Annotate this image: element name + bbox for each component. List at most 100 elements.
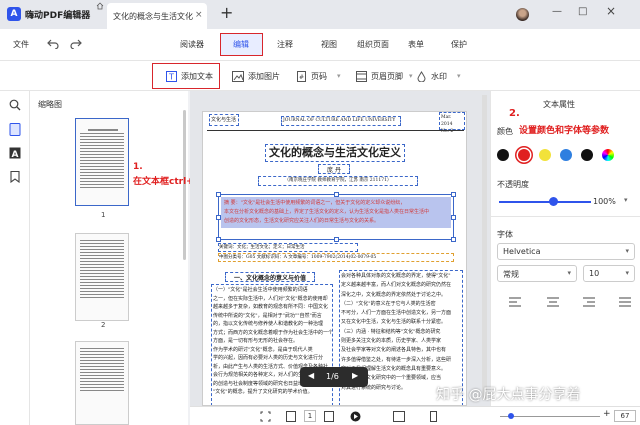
new-tab-button[interactable]: + xyxy=(220,3,233,22)
edit-toolbar: T 添加文本 添加图片 # 页码 ▾ 页眉页脚 ▾ 水印 ▾ xyxy=(0,61,640,91)
zoom-slider-handle[interactable] xyxy=(508,413,514,419)
tab-organize-pages[interactable]: 组织页面 xyxy=(357,39,389,50)
page-thumbnail-1[interactable] xyxy=(75,118,129,206)
opacity-slider-track[interactable] xyxy=(499,201,591,203)
affiliation-textbox[interactable]: （南京晓庄学院 教师教育学院，江苏 南京 211171） xyxy=(258,176,418,186)
watermark-button[interactable]: 水印 ▾ xyxy=(416,61,461,91)
fit-page-icon[interactable] xyxy=(260,411,271,422)
section-heading-textbox[interactable]: 一、文化概念的意义与价值 xyxy=(225,272,315,282)
abstract-line: 创造的文化形态，生活文化研究应关注人们的日常生活与文化的关系。 xyxy=(224,218,380,224)
color-picker-icon[interactable] xyxy=(602,149,614,161)
font-size-select[interactable]: 10 ▾ xyxy=(583,265,635,282)
maximize-button[interactable]: □ xyxy=(578,6,587,17)
abstract-line: 本文在分析文化概念的基础上，界定了生活文化的定义，认为生活文化是指人类在日常生活… xyxy=(224,209,430,215)
page-thumbnail-2[interactable] xyxy=(75,233,129,321)
resize-handle[interactable] xyxy=(334,192,339,197)
search-icon[interactable] xyxy=(9,99,21,111)
svg-text:#: # xyxy=(299,74,304,81)
color-swatch[interactable] xyxy=(497,149,509,161)
tab-annotate[interactable]: 注释 xyxy=(277,39,293,50)
color-swatch[interactable] xyxy=(518,149,530,161)
file-menu[interactable]: 文件 xyxy=(13,39,29,50)
left-column-textbox[interactable]: （一）"文化"是社会生活中使用频繁的词语 之一，但在实际生活中，人们对"文化"概念… xyxy=(211,284,333,405)
left-column-line: 之一，但在实际生活中，人们对"文化"概念的使用却 xyxy=(213,295,328,302)
header-rule xyxy=(207,130,464,131)
resize-handle[interactable] xyxy=(334,237,339,242)
header-center-textbox[interactable]: JOURNAL OF CULTURE AND LIFE UNIVERSITY xyxy=(281,116,401,126)
text-format-icon[interactable]: A xyxy=(9,147,21,159)
zoom-value[interactable]: 67 xyxy=(614,410,636,422)
tab-reader[interactable]: 阅读器 xyxy=(180,39,204,50)
tab-view[interactable]: 视图 xyxy=(321,39,337,50)
font-label: 字体 xyxy=(497,230,513,239)
document-tab[interactable]: 文化的概念与生活文化... × xyxy=(107,3,207,29)
align-justify-icon[interactable] xyxy=(619,297,631,307)
resize-handle[interactable] xyxy=(451,237,456,242)
right-column-line: 及社会学家等对文化的阐述各具特色，其中也有 xyxy=(341,347,447,354)
tab-protect[interactable]: 保护 xyxy=(451,39,467,50)
align-center-icon[interactable] xyxy=(547,297,559,307)
resize-handle[interactable] xyxy=(216,192,221,197)
color-swatch[interactable] xyxy=(560,149,572,161)
close-window-button[interactable]: × xyxy=(606,4,616,18)
keywords-textbox[interactable]: 关键词：文化；生活文化；定义；日常生活 xyxy=(218,243,358,252)
previous-page-icon[interactable] xyxy=(286,411,296,422)
resize-handle[interactable] xyxy=(216,215,221,220)
title-textbox[interactable]: 文化的概念与生活文化定义 xyxy=(265,144,405,162)
left-column-line: "文化"的概念，提升了文化研究的学术价值。 xyxy=(213,389,313,395)
zoom-slider[interactable] xyxy=(500,416,600,417)
align-right-icon[interactable] xyxy=(583,297,595,307)
undo-icon[interactable] xyxy=(47,37,59,49)
thumbnail-panel-title: 缩略图 xyxy=(38,100,62,109)
step2-text: 设置颜色和字体等参数 xyxy=(519,126,610,136)
opacity-value[interactable]: 100% xyxy=(593,197,616,206)
author-textbox[interactable]: 庞 丹 xyxy=(318,164,350,174)
single-page-view-icon[interactable] xyxy=(393,411,405,422)
minimize-button[interactable]: — xyxy=(552,6,562,17)
redo-icon[interactable] xyxy=(70,37,82,49)
font-style-select[interactable]: 常规 ▾ xyxy=(497,265,577,282)
chevron-down-icon[interactable]: ▾ xyxy=(624,196,628,204)
classification-textbox[interactable]: 中图分类号：G05 文献标识码：A 文章编号：1009-7902(2014)02… xyxy=(218,253,454,262)
right-column-line: 则更多关注文化的本质，历史学家、人类学家 xyxy=(341,338,442,345)
page-number-field[interactable]: 1 xyxy=(304,410,316,422)
left-column-line: 学的兴起，因而有必要对人类的历史与文化进行分 xyxy=(213,355,324,361)
page-thumbnail-3[interactable] xyxy=(75,341,129,425)
header-right-textbox[interactable]: Mar. 2014 No. 2 xyxy=(439,112,465,134)
tab-edit[interactable]: 编辑 xyxy=(233,39,249,50)
right-column-line: （三）内涵 · 特征和结构等"文化"概念的研究 xyxy=(341,328,441,335)
next-page-button[interactable]: ▶ xyxy=(352,371,358,380)
selected-text-box[interactable]: 摘 要："文化"是社会生活中使用频繁的词语之一，但关于文化的定义却众说纷纭， 本… xyxy=(216,192,456,242)
scroll-view-icon[interactable] xyxy=(428,411,439,422)
color-swatch[interactable] xyxy=(539,149,551,161)
avatar[interactable] xyxy=(516,8,529,21)
site-watermark: 知乎 @屁大点事分享着 xyxy=(436,387,581,403)
add-text-button[interactable]: T 添加文本 xyxy=(166,61,213,91)
page-indicator: 1/6 xyxy=(326,372,339,381)
close-tab-icon[interactable]: × xyxy=(195,10,203,20)
home-icon[interactable] xyxy=(92,2,108,10)
add-text-icon: T xyxy=(166,70,177,82)
thumbnail-page-number: 2 xyxy=(101,321,106,329)
resize-handle[interactable] xyxy=(451,192,456,197)
add-image-button[interactable]: 添加图片 xyxy=(232,61,280,91)
left-column-line: 方面，是一切有形与无形的社会存在。 xyxy=(213,338,299,344)
header-footer-button[interactable]: 页眉页脚 ▾ xyxy=(356,61,413,91)
prev-page-button[interactable]: ◀ xyxy=(308,371,314,380)
play-icon[interactable] xyxy=(350,411,361,422)
resize-handle[interactable] xyxy=(451,215,456,220)
page-number-button[interactable]: # 页码 ▾ xyxy=(296,61,341,91)
align-left-icon[interactable] xyxy=(509,297,521,307)
document-scrollbar[interactable] xyxy=(482,95,487,400)
bookmark-icon[interactable] xyxy=(10,171,20,183)
header-left-textbox[interactable]: 文化与生活 xyxy=(209,114,239,126)
zoom-in-button[interactable]: + xyxy=(603,409,611,419)
opacity-slider-handle[interactable] xyxy=(549,197,558,206)
font-family-select[interactable]: Helvetica ▾ xyxy=(497,243,635,260)
next-page-icon[interactable] xyxy=(324,411,334,422)
thumbnail-icon[interactable] xyxy=(9,123,21,136)
color-swatch[interactable] xyxy=(581,149,593,161)
resize-handle[interactable] xyxy=(216,237,221,242)
app-logo: A xyxy=(7,7,21,21)
tab-forms[interactable]: 表单 xyxy=(408,39,424,50)
